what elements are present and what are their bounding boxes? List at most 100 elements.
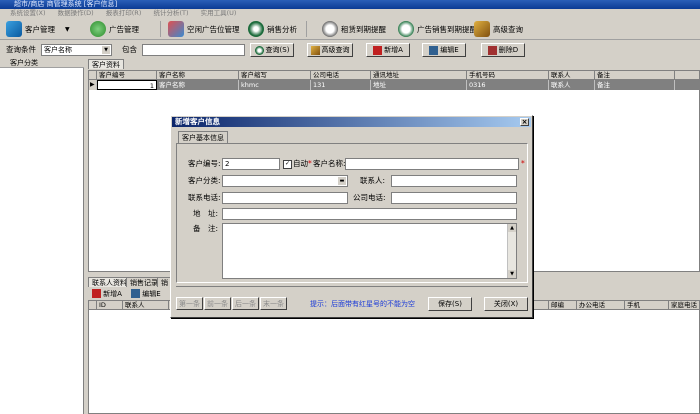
tab-customer-info[interactable]: 客户资料 (88, 59, 124, 69)
edit-button[interactable]: 编辑E (422, 43, 466, 57)
grid-col-header[interactable]: 通讯地址 (371, 71, 467, 80)
ad-icon (90, 21, 106, 37)
toolbar-lease-remind-label: 租赁到期提醒 (341, 24, 386, 34)
menu-stats[interactable]: 统计分析(T) (153, 9, 188, 18)
table-cell[interactable]: 备注 (595, 80, 675, 90)
dialog-title: 新增客户信息 (175, 117, 220, 126)
remark-textarea[interactable]: ▲ ▼ (222, 223, 517, 279)
close-button-label: 关闭(X) (493, 300, 519, 308)
contact-edit-label: 编辑E (142, 289, 161, 298)
tab-contacts[interactable]: 联系人资料 (88, 277, 131, 287)
auto-label: 自动 (293, 159, 308, 168)
toolbar-ad-sale-remind-label: 广告销售到期提醒 (417, 24, 477, 34)
toolbar-vacant-ad[interactable]: 空闲广告位管理 (168, 20, 240, 38)
required-tip: 提示：后面带有红星号的不能为空 (310, 300, 415, 308)
phone-label: 联系电话: (188, 193, 221, 202)
chevron-down-icon[interactable]: ▼ (102, 46, 110, 54)
delete-button[interactable]: 删除D (481, 43, 525, 57)
dialog-form-frame: 客户编号: 2 ✓ 自动 * 客户名称: * 客户分类: ▬ 联系人: 联系电话… (176, 143, 528, 283)
grid-col-header[interactable]: 联系人 (549, 71, 595, 80)
category-header: 客户分类 (0, 58, 84, 68)
customer-name-input[interactable] (345, 158, 519, 170)
required-star: * (308, 159, 312, 168)
menu-system[interactable]: 系统设置(X) (10, 9, 46, 18)
chevron-down-icon[interactable]: ▬ (338, 177, 346, 185)
query-bar: 查询条件 客户名称 ▼ 包含 查询(S) 高级查询 新增A 编辑E 删除D (0, 41, 700, 58)
auto-checkbox[interactable]: ✓ (283, 160, 292, 169)
menu-data[interactable]: 数据操作(D) (58, 9, 94, 18)
toolbar-sales[interactable]: 销售分析 (248, 20, 297, 38)
grid-col-header[interactable]: 客户缩写 (239, 71, 311, 80)
address-input[interactable] (222, 208, 517, 220)
customer-icon (6, 21, 22, 37)
menu-tools[interactable]: 实用工具(U) (201, 9, 237, 18)
toolbar-separator (160, 21, 161, 37)
toolbar-ad-mgmt[interactable]: 广告管理 (90, 20, 139, 38)
table-cell[interactable]: 地址 (371, 80, 467, 90)
menu-report[interactable]: 报表打印(R) (106, 9, 142, 18)
advanced-query-button-label: 高级查询 (321, 46, 350, 54)
add-customer-dialog: 新增客户信息 × 客户基本信息 客户编号: 2 ✓ 自动 * 客户名称: * 客… (170, 115, 533, 318)
customer-code-input[interactable]: 2 (222, 158, 280, 170)
table-cell[interactable]: khmc (239, 80, 311, 90)
remark-scrollbar[interactable]: ▲ ▼ (507, 224, 516, 278)
nav-next-button[interactable]: 后一条 (232, 297, 259, 310)
scroll-down-icon[interactable]: ▼ (508, 270, 516, 278)
grid-col-header[interactable]: 办公电话 (577, 301, 625, 310)
row-indicator-icon[interactable]: ▶ (89, 80, 97, 90)
toolbar-advanced[interactable]: 高级查询 (474, 20, 523, 38)
grid-col-header[interactable]: 邮编 (549, 301, 577, 310)
company-phone-input[interactable] (391, 192, 517, 204)
toolbar-lease-remind[interactable]: 租赁到期提醒 (322, 20, 386, 38)
contact-add-label: 新增A (103, 289, 122, 298)
clock-icon (322, 21, 338, 37)
customer-category-select[interactable]: ▬ (222, 175, 348, 187)
window-titlebar: 超市/商店 商管理系统 [客户信息] (0, 0, 700, 9)
address-label: 地 址: (193, 209, 219, 218)
refresh-clock-icon (398, 21, 414, 37)
close-icon[interactable]: × (520, 118, 529, 126)
toolbar-customer-mgmt[interactable]: 客户管理 ▼ (6, 20, 70, 38)
table-cell[interactable]: 0316 (467, 80, 549, 90)
save-button[interactable]: 保存(S) (428, 297, 472, 311)
query-contains-input[interactable] (142, 44, 245, 56)
phone-input[interactable] (222, 192, 348, 204)
grid-col-header[interactable]: ID (97, 301, 123, 310)
query-button[interactable]: 查询(S) (250, 43, 294, 57)
tab-customer-basic[interactable]: 客户基本信息 (178, 131, 228, 143)
name-label: 客户名称: (313, 159, 346, 168)
grid-col-header[interactable]: 备注 (595, 71, 675, 80)
grid-col-header[interactable]: 联系人 (123, 301, 169, 310)
nav-prev-button[interactable]: 前一条 (204, 297, 231, 310)
table-cell[interactable]: 联系人 (549, 80, 595, 90)
grid-col-header[interactable]: 家庭电话 (669, 301, 699, 310)
toolbar-separator (306, 21, 307, 37)
dialog-footer: 第一条 前一条 后一条 末一条 提示：后面带有红星号的不能为空 保存(S) 关闭… (176, 286, 528, 314)
contact-add-button[interactable]: 新增A (91, 288, 123, 299)
edit-button-label: 编辑E (440, 46, 459, 54)
nav-first-button[interactable]: 第一条 (176, 297, 203, 310)
grid-col-header[interactable]: 客户名称 (157, 71, 239, 80)
grid-col-header[interactable]: 公司电话 (311, 71, 371, 80)
contact-input[interactable] (391, 175, 517, 187)
dialog-titlebar: 新增客户信息 × (172, 117, 531, 127)
remark-label: 备 注: (193, 224, 219, 233)
required-star: * (521, 159, 525, 168)
query-field-select[interactable]: 客户名称 ▼ (41, 44, 112, 56)
dropdown-arrow-icon[interactable]: ▼ (65, 26, 70, 33)
table-cell[interactable]: 1 (97, 80, 157, 90)
table-cell[interactable]: 131 (311, 80, 371, 90)
scroll-up-icon[interactable]: ▲ (508, 224, 516, 232)
nav-last-button[interactable]: 末一条 (260, 297, 287, 310)
toolbar-ad-sale-remind[interactable]: 广告销售到期提醒 (398, 20, 477, 38)
grid-col-header[interactable]: 手机 (625, 301, 669, 310)
advanced-query-button[interactable]: 高级查询 (307, 43, 353, 57)
add-button[interactable]: 新增A (366, 43, 410, 57)
advanced-query-icon (474, 21, 490, 37)
table-cell[interactable]: 客户名称 (157, 80, 239, 90)
grid-col-header[interactable]: 客户编号 (97, 71, 157, 80)
close-button[interactable]: 关闭(X) (484, 297, 528, 311)
contact-edit-button[interactable]: 编辑E (130, 288, 162, 299)
grid-col-header[interactable]: 手机号码 (467, 71, 549, 80)
edit-icon (131, 289, 141, 298)
